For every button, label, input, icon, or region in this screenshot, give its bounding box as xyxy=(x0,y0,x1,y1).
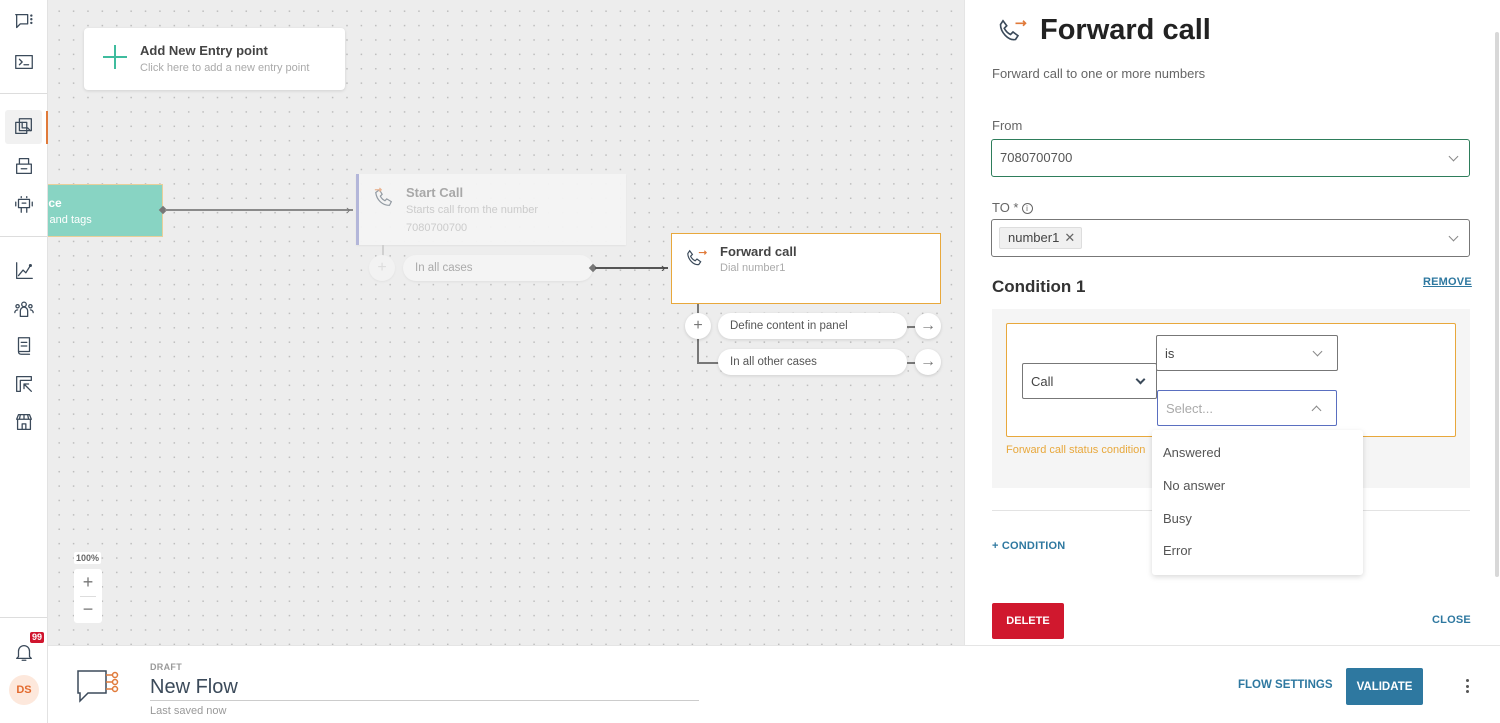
flow-name-input[interactable]: New Flow xyxy=(150,676,699,701)
sidebar-divider xyxy=(0,617,47,618)
inbox-icon[interactable] xyxy=(10,152,38,180)
add-branch-button[interactable]: + xyxy=(369,255,395,281)
forward-call-node[interactable]: Forward call Dial number1 xyxy=(671,233,941,304)
zoom-controls: + − xyxy=(74,569,102,623)
bot-icon[interactable] xyxy=(10,190,38,218)
branch-pill[interactable]: In all cases xyxy=(403,255,593,281)
zoom-in-button[interactable]: + xyxy=(74,569,102,596)
start-call-node[interactable]: Start Call Starts call from the number 7… xyxy=(356,174,626,245)
remove-condition-link[interactable]: REMOVE xyxy=(1423,276,1472,288)
dropdown-option[interactable]: Busy xyxy=(1163,511,1192,526)
docs-icon[interactable] xyxy=(10,332,38,360)
more-options-icon[interactable] xyxy=(1460,676,1474,696)
chevron-down-icon xyxy=(1448,231,1459,242)
branch-arrow-button[interactable]: → xyxy=(915,349,941,375)
to-label-row: TO * i xyxy=(992,200,1033,215)
arrow-icon: › xyxy=(346,202,351,217)
condition-field-select[interactable]: Call xyxy=(1022,363,1157,399)
condition-value-dropdown: Answered No answer Busy Error xyxy=(1152,430,1363,575)
panel-description: Forward call to one or more numbers xyxy=(992,66,1206,81)
forward-call-title: Forward call xyxy=(720,244,797,259)
dropdown-option[interactable]: Error xyxy=(1163,543,1192,558)
chevron-down-icon xyxy=(1312,346,1323,357)
start-call-title: Start Call xyxy=(406,185,464,200)
condition-value-placeholder: Select... xyxy=(1166,401,1213,416)
dropdown-option[interactable]: No answer xyxy=(1163,478,1225,493)
branch-arrow-button[interactable]: → xyxy=(915,313,941,339)
notification-badge: 99 xyxy=(29,632,44,643)
entry-point-subtitle: Click here to add a new entry point xyxy=(140,62,310,74)
condition-value-select[interactable]: Select... xyxy=(1157,390,1337,426)
to-chip: number1 ✕ xyxy=(999,227,1083,249)
remove-chip-icon[interactable]: ✕ xyxy=(1064,230,1075,245)
info-icon[interactable]: i xyxy=(1021,203,1033,215)
add-branch-button[interactable]: + xyxy=(685,313,711,339)
close-link[interactable]: CLOSE xyxy=(1432,614,1471,626)
validate-button[interactable]: VALIDATE xyxy=(1346,668,1423,705)
analytics-icon[interactable] xyxy=(10,257,38,285)
entry-node-subtitle: s and tags xyxy=(48,214,92,226)
start-call-number: 7080700700 xyxy=(406,222,468,234)
dropdown-option[interactable]: Answered xyxy=(1163,445,1221,460)
notifications-button[interactable]: 99 xyxy=(10,632,44,666)
branch-pill[interactable]: Define content in panel xyxy=(718,313,907,339)
sidebar-divider xyxy=(0,236,47,237)
delete-button[interactable]: DELETE xyxy=(992,603,1064,639)
zoom-level: 100% xyxy=(74,552,102,564)
connector-line xyxy=(907,326,915,328)
connector-line xyxy=(165,209,353,211)
condition-warning: Forward call status condition xyxy=(1006,444,1146,456)
bell-icon xyxy=(16,645,32,661)
store-icon[interactable] xyxy=(10,408,38,436)
connector-line xyxy=(595,267,668,269)
to-select[interactable]: number1 ✕ xyxy=(991,219,1470,257)
chevron-down-icon xyxy=(1448,151,1459,162)
add-condition-link[interactable]: + CONDITION xyxy=(992,540,1065,552)
flow-icon xyxy=(77,670,119,703)
chip-label: number1 xyxy=(1008,230,1060,245)
zoom-out-button[interactable]: − xyxy=(74,596,102,623)
phone-outgoing-icon xyxy=(374,187,393,206)
connector-line xyxy=(907,362,915,364)
connector-line xyxy=(697,362,719,364)
to-label: TO * xyxy=(992,200,1019,215)
from-label: From xyxy=(992,118,1023,133)
entry-node-title: nce xyxy=(48,196,62,210)
flow-settings-button[interactable]: FLOW SETTINGS xyxy=(1238,679,1333,691)
phone-forward-icon xyxy=(687,249,708,266)
branch-pill[interactable]: In all other cases xyxy=(718,349,907,375)
from-value: 7080700700 xyxy=(1000,150,1073,165)
panel-title: Forward call xyxy=(1040,14,1211,46)
flow-status: DRAFT xyxy=(150,662,182,672)
start-call-subtitle: Starts call from the number xyxy=(406,204,539,216)
panel-scrollbar[interactable] xyxy=(1495,32,1499,577)
sidebar-divider xyxy=(0,93,47,94)
contacts-icon[interactable] xyxy=(10,295,38,323)
entry-node[interactable]: nce s and tags xyxy=(48,184,163,237)
arrow-icon: › xyxy=(661,260,666,275)
sidebar: 99 DS xyxy=(0,0,48,723)
avatar[interactable]: DS xyxy=(9,675,39,705)
add-entry-point-card[interactable]: Add New Entry point Click here to add a … xyxy=(84,28,345,90)
last-saved-text: Last saved now xyxy=(150,705,227,717)
forward-call-subtitle: Dial number1 xyxy=(720,262,786,274)
chevron-down-icon xyxy=(1135,374,1146,385)
chevron-up-icon xyxy=(1311,405,1322,416)
condition-title: Condition 1 xyxy=(992,277,1086,296)
bottom-bar: DRAFT New Flow Last saved now FLOW SETTI… xyxy=(48,645,1500,723)
flow-canvas[interactable]: Add New Entry point Click here to add a … xyxy=(48,0,964,645)
condition-operator-select[interactable]: is xyxy=(1156,335,1338,371)
condition-field-value: Call xyxy=(1031,374,1054,389)
integrations-icon[interactable] xyxy=(10,370,38,398)
chat-menu-icon[interactable] xyxy=(10,8,38,36)
phone-forward-icon xyxy=(999,19,1027,41)
condition-box: Call is Select... xyxy=(1006,323,1456,437)
condition-operator-value: is xyxy=(1165,346,1175,361)
entry-point-title: Add New Entry point xyxy=(140,43,268,58)
plus-icon xyxy=(102,44,128,70)
app: 99 DS Add New Entry point Click here to … xyxy=(0,0,1500,723)
terminal-icon[interactable] xyxy=(10,48,38,76)
flows-icon[interactable] xyxy=(5,110,42,144)
from-select[interactable]: 7080700700 xyxy=(991,139,1470,177)
